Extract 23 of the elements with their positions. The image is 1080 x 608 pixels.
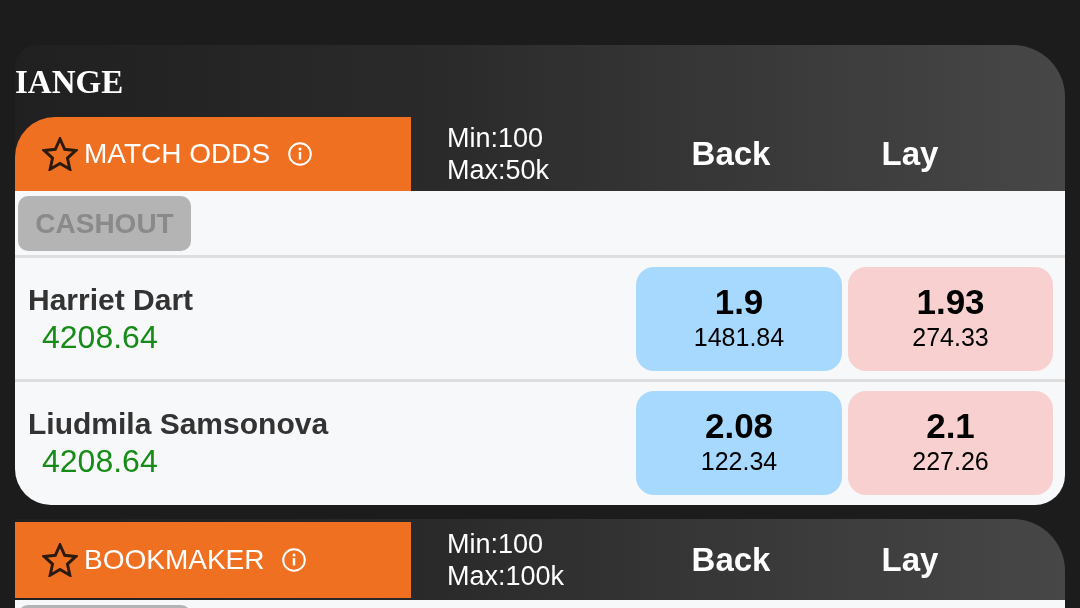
info-icon[interactable] [288,142,313,166]
back-odds-button[interactable]: 1.9 1481.84 [636,266,842,371]
column-heading: Lay [880,541,940,579]
market-name: MATCH ODDS [84,138,271,170]
runner-position: 4208.64 [42,441,158,480]
lay-odds-button[interactable]: 1.93 274.33 [848,266,1053,371]
runner-name: Liudmila Samsonova [28,405,329,442]
limit-text: Min:100 [447,122,544,154]
runner-name: Harriet Dart [28,281,194,318]
star-icon[interactable] [42,543,78,577]
runner-position: 4208.64 [42,317,158,356]
info-icon[interactable] [282,548,307,572]
market-name: BOOKMAKER [84,544,265,576]
column-heading: Lay [880,135,940,173]
column-heading: Back [690,135,772,173]
limit-text: Min:100 [447,528,544,560]
section-title: IANGE [15,64,124,100]
lay-odds-button[interactable]: 2.1 227.26 [848,390,1053,495]
column-heading: Back [690,541,772,579]
limit-text: Max:50k [447,154,550,186]
star-icon[interactable] [42,137,78,171]
limit-text: Max:100k [447,560,565,592]
back-odds-button[interactable]: 2.08 122.34 [636,390,842,495]
